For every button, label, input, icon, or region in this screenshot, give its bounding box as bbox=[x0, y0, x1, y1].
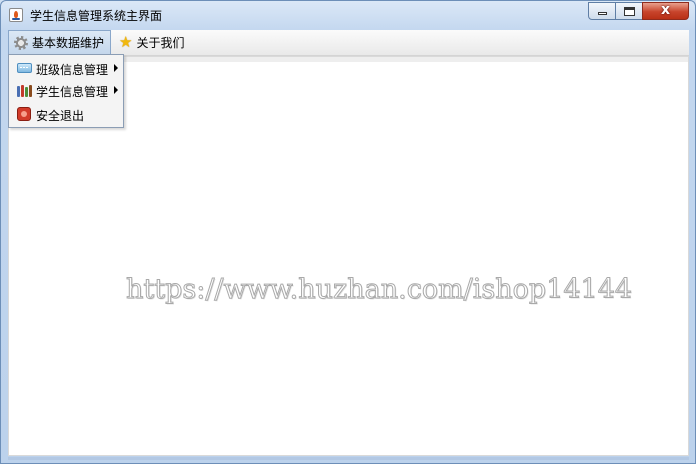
menu-item-class-info[interactable]: 班级信息管理 bbox=[10, 57, 122, 79]
minimize-button[interactable] bbox=[588, 2, 616, 20]
close-button[interactable]: x bbox=[642, 2, 689, 20]
menu-about-us-label: 关于我们 bbox=[136, 35, 185, 50]
menu-basic-data-label: 基本数据维护 bbox=[32, 36, 105, 50]
java-cup-icon bbox=[9, 8, 23, 22]
submenu-arrow-icon bbox=[114, 64, 118, 72]
books-icon bbox=[17, 83, 32, 97]
menu-item-safe-exit[interactable]: 安全退出 bbox=[10, 103, 122, 125]
menu-item-class-info-label: 班级信息管理 bbox=[36, 63, 109, 77]
submenu-arrow-icon bbox=[114, 86, 118, 94]
star-icon: ★ bbox=[119, 33, 133, 51]
menu-item-safe-exit-label: 安全退出 bbox=[36, 109, 85, 123]
maximize-button[interactable] bbox=[615, 2, 643, 20]
gear-icon bbox=[14, 35, 28, 50]
menu-about-us[interactable]: ★ 关于我们 bbox=[114, 30, 204, 54]
menu-item-student-info-label: 学生信息管理 bbox=[36, 85, 109, 99]
basic-data-dropdown: 班级信息管理 学生信息管理 安全退出 bbox=[8, 54, 124, 128]
menu-bar: 基本数据维护 ★ 关于我们 bbox=[8, 30, 689, 56]
menu-item-student-info[interactable]: 学生信息管理 bbox=[10, 79, 122, 101]
class-icon bbox=[17, 63, 32, 73]
window-frame-left bbox=[1, 30, 8, 456]
title-bar[interactable]: 学生信息管理系统主界面 x bbox=[1, 1, 695, 29]
window-frame-bottom bbox=[8, 457, 689, 460]
watermark-text: https://www.huzhan.com/ishop14144 bbox=[125, 274, 633, 306]
window-title: 学生信息管理系统主界面 bbox=[30, 9, 163, 23]
menu-basic-data[interactable]: 基本数据维护 bbox=[8, 30, 111, 54]
main-window: 学生信息管理系统主界面 x 基本数据维护 ★ 关于我们 https://www.… bbox=[0, 0, 696, 464]
close-icon: x bbox=[660, 2, 671, 18]
exit-icon bbox=[17, 107, 31, 121]
